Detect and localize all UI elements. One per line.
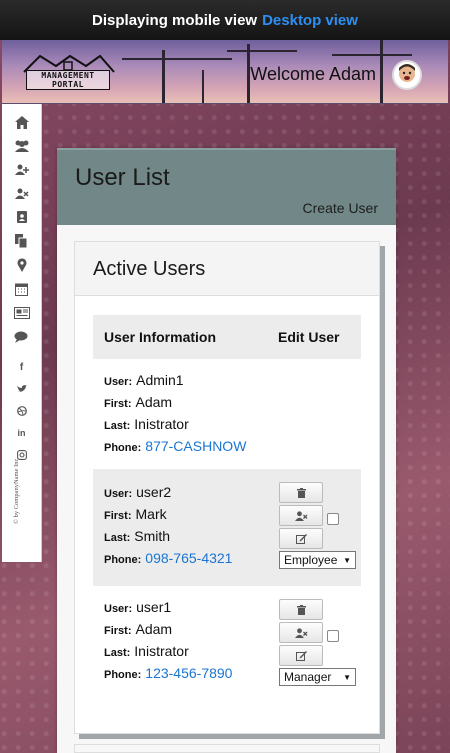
role-select-value: Employee <box>284 553 338 567</box>
table-row: User: Admin1 First: Adam Last: Inistrator P… <box>93 359 361 469</box>
portal-logo[interactable]: MANAGEMENT PORTAL <box>20 52 116 94</box>
chat-icon[interactable] <box>12 327 32 347</box>
user-list-panel: User List Create User Active Users User … <box>57 148 396 753</box>
crane-decoration <box>202 70 204 103</box>
username: user1 <box>136 599 172 615</box>
map-marker-icon[interactable] <box>12 255 32 275</box>
phone-link[interactable]: 123-456-7890 <box>145 665 232 681</box>
select-user-checkbox[interactable] <box>327 513 339 525</box>
table-row: User: user2 First: Mark Last: Smith Phone: 0… <box>93 469 361 586</box>
user-info: User: Admin1 First: Adam Last: Inistrator P… <box>104 372 247 454</box>
icon-sidebar: f in © by CompanyName Inc <box>2 104 42 562</box>
remove-user-icon[interactable] <box>12 183 32 203</box>
newspaper-icon[interactable] <box>12 303 32 323</box>
role-select[interactable]: Employee ▼ <box>279 551 356 569</box>
welcome-message: Welcome Adam <box>250 64 376 84</box>
trash-icon <box>296 604 306 615</box>
first-name: Mark <box>135 506 167 522</box>
mobile-view-banner: Displaying mobile view Desktop view <box>0 0 450 40</box>
role-select-value: Manager <box>284 670 332 684</box>
banner-text: Displaying mobile view <box>92 11 258 29</box>
portal-header: MANAGEMENT PORTAL Welcome Adam <box>2 40 448 104</box>
user-info: User: user2 First: Mark Last: Smith Phone: 0… <box>104 484 233 566</box>
logo-text: MANAGEMENT PORTAL <box>26 70 110 90</box>
users-table: User Information Edit User User: Admin1 F… <box>93 315 361 703</box>
company-credit: © by CompanyName Inc <box>13 458 20 524</box>
desktop-view-link[interactable]: Desktop view <box>262 12 358 29</box>
edit-icon <box>295 650 307 661</box>
edit-icon <box>295 533 307 544</box>
create-user-link[interactable]: Create User <box>303 200 378 216</box>
add-user-icon[interactable] <box>12 159 32 179</box>
avatar-face-icon <box>399 64 415 82</box>
row-actions: Employee ▼ <box>279 482 359 569</box>
first-name: Adam <box>135 394 173 410</box>
trash-icon <box>296 487 306 498</box>
username: Admin1 <box>136 372 184 388</box>
users-icon[interactable] <box>12 135 32 155</box>
home-icon[interactable] <box>12 112 32 132</box>
last-name: Inistrator <box>134 643 189 659</box>
chevron-down-icon: ▼ <box>343 555 351 565</box>
table-row: User: user1 First: Adam Last: Inistrator Ph… <box>93 586 361 703</box>
edit-user-button[interactable] <box>279 528 323 549</box>
remove-user-icon <box>294 510 307 521</box>
calendar-icon[interactable] <box>12 279 32 299</box>
deactivate-user-button[interactable] <box>279 505 323 526</box>
user-avatar[interactable] <box>392 60 422 90</box>
facebook-icon[interactable]: f <box>12 357 32 377</box>
address-book-icon[interactable] <box>12 207 32 227</box>
phone-link[interactable]: 098-765-4321 <box>145 550 232 566</box>
username: user2 <box>136 484 172 500</box>
row-actions: Manager ▼ <box>279 599 359 686</box>
table-header: User Information Edit User <box>93 315 361 359</box>
panel-body: Active Users User Information Edit User … <box>57 225 396 753</box>
delete-user-button[interactable] <box>279 482 323 503</box>
col-user-information: User Information <box>104 329 217 345</box>
panel-header: User List Create User <box>57 148 396 225</box>
crane-decoration <box>332 54 412 56</box>
last-name: Inistrator <box>134 416 189 432</box>
page-title: User List <box>75 164 170 191</box>
col-edit-user: Edit User <box>278 329 340 345</box>
crane-decoration <box>380 40 383 103</box>
last-name: Smith <box>134 528 171 544</box>
crane-decoration <box>227 50 297 52</box>
phone-link[interactable]: 877-CASHNOW <box>145 438 246 454</box>
remove-user-icon <box>294 627 307 638</box>
chevron-down-icon: ▼ <box>343 672 351 682</box>
first-name: Adam <box>135 621 173 637</box>
next-card-edge <box>74 744 380 753</box>
twitter-icon[interactable] <box>12 379 32 399</box>
deactivate-user-button[interactable] <box>279 622 323 643</box>
active-users-card: Active Users User Information Edit User … <box>74 241 380 734</box>
role-select[interactable]: Manager ▼ <box>279 668 356 686</box>
edit-user-button[interactable] <box>279 645 323 666</box>
card-title: Active Users <box>75 242 379 296</box>
user-info: User: user1 First: Adam Last: Inistrator Ph… <box>104 599 233 681</box>
copy-icon[interactable] <box>12 231 32 251</box>
crane-decoration <box>122 58 232 60</box>
delete-user-button[interactable] <box>279 599 323 620</box>
select-user-checkbox[interactable] <box>327 630 339 642</box>
